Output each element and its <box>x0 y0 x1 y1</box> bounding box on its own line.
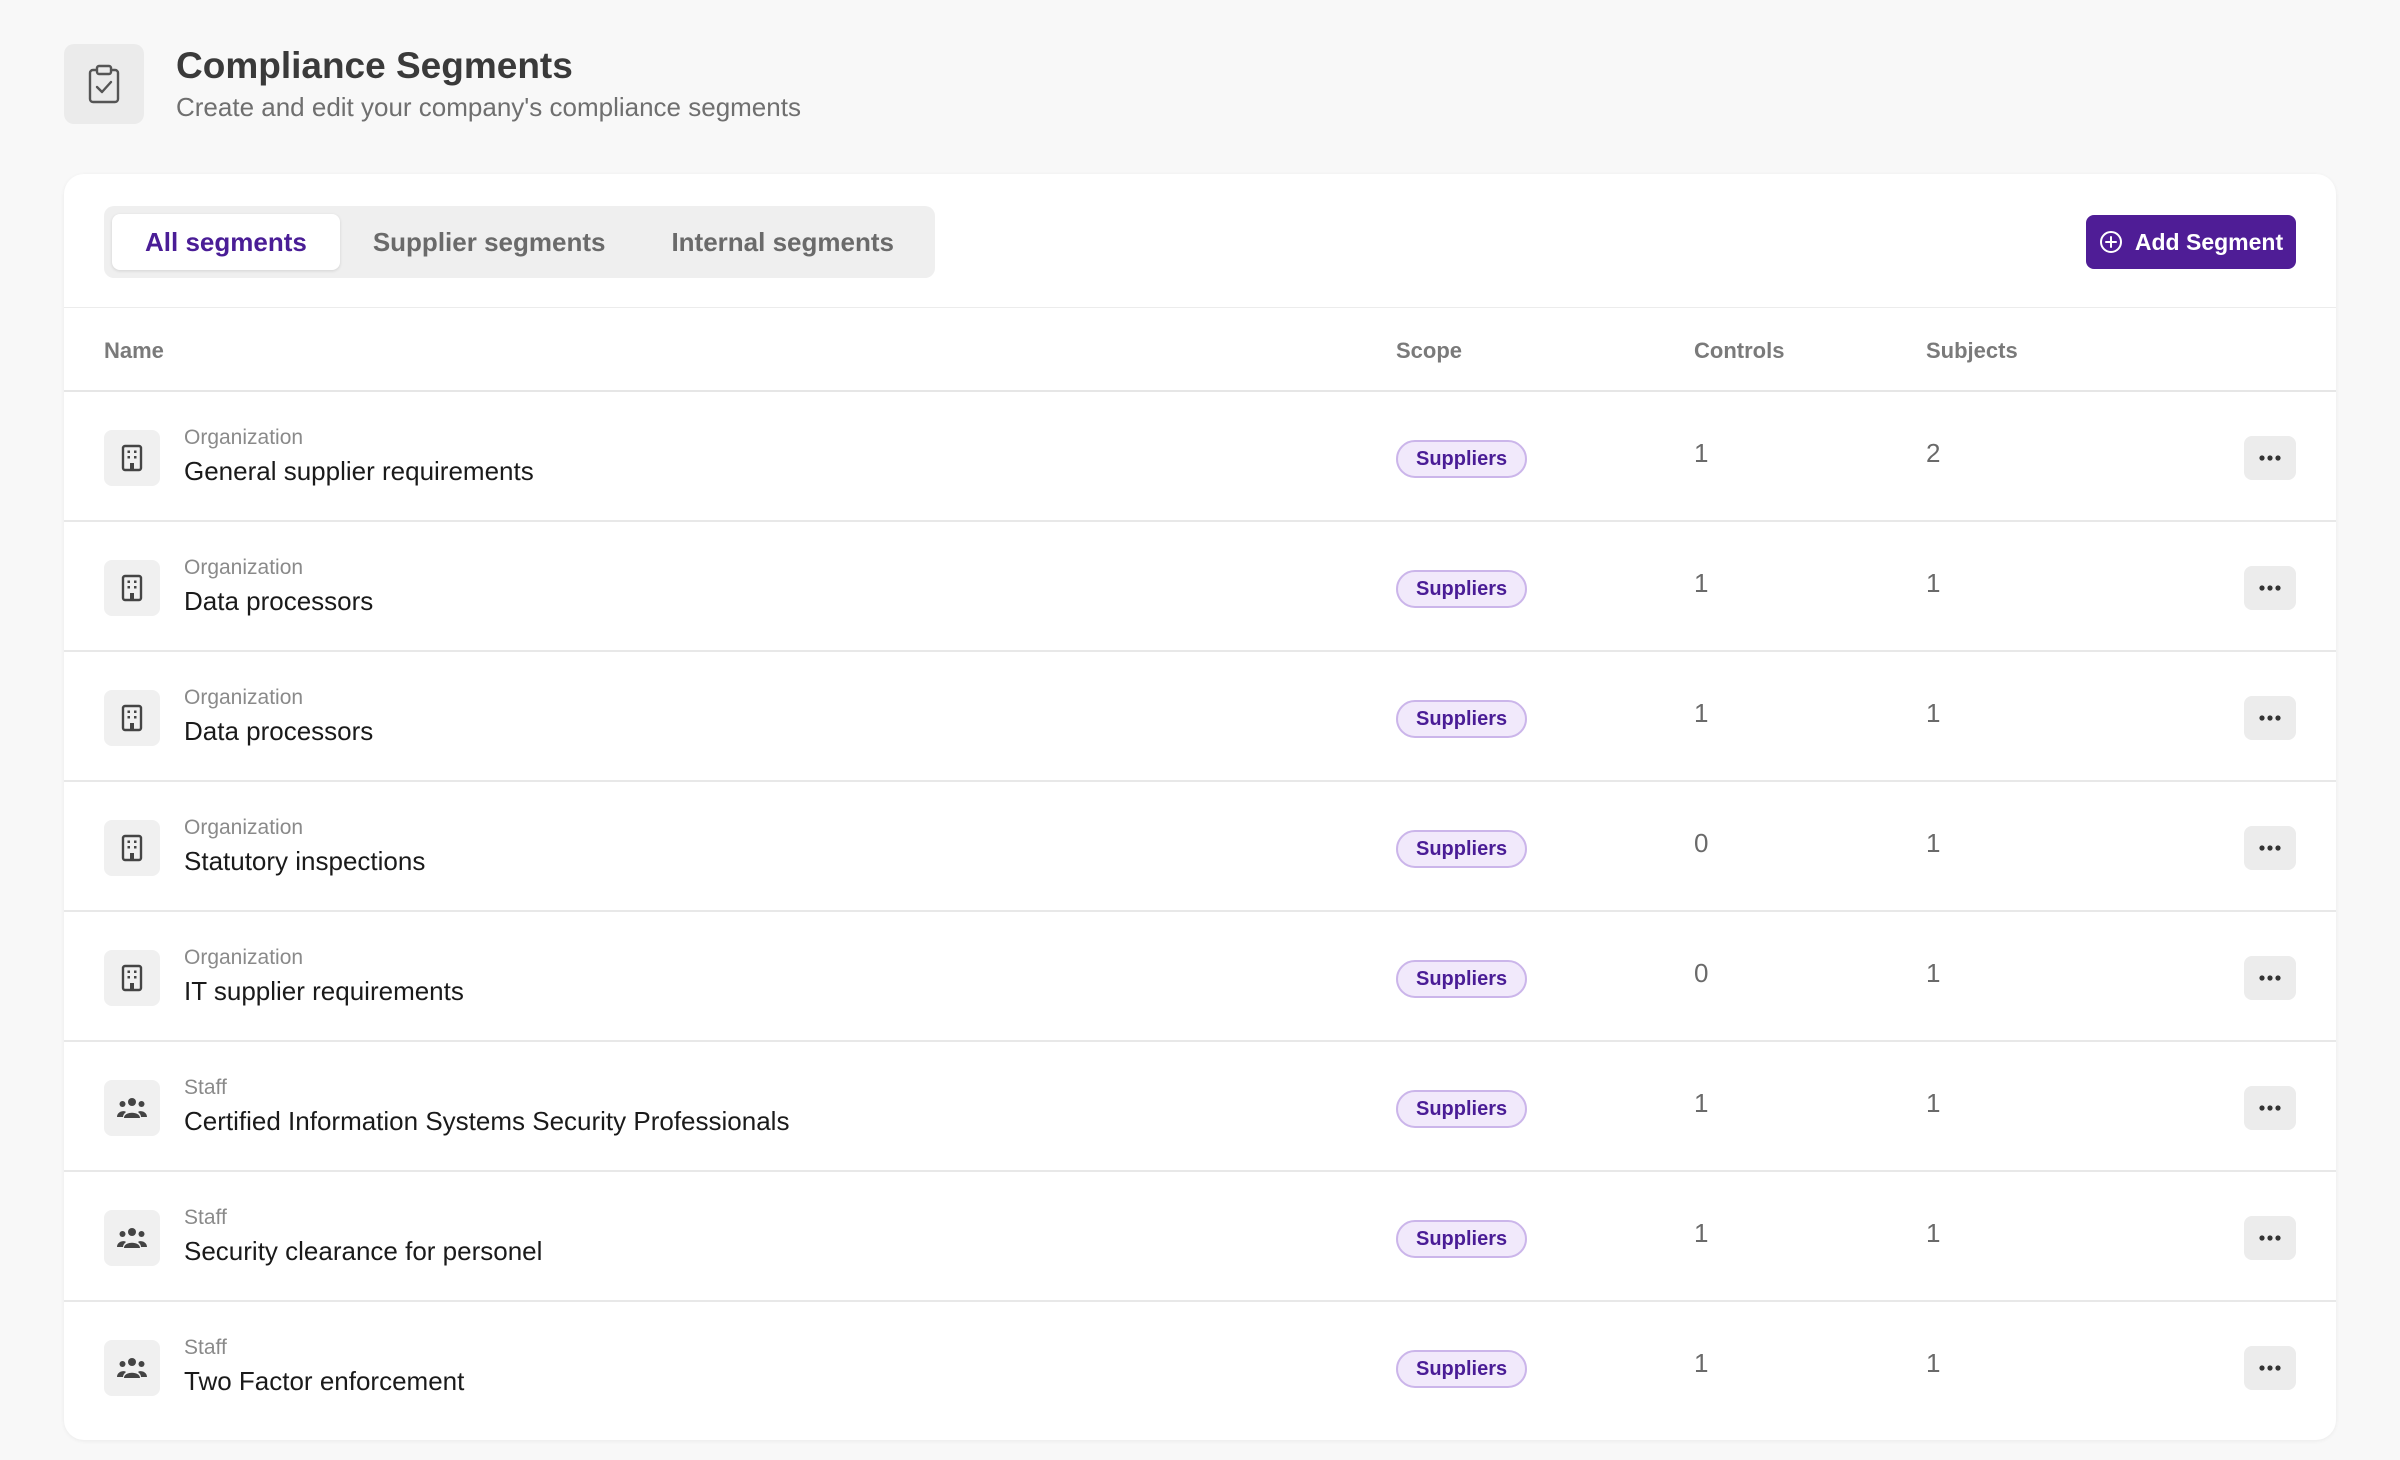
subjects-count: 1 <box>1926 1088 1941 1118</box>
building-icon <box>104 820 160 876</box>
scope-badge: Suppliers <box>1396 960 1528 998</box>
more-options-button[interactable] <box>2244 1346 2296 1390</box>
ellipsis-icon <box>2259 1105 2281 1111</box>
subjects-count: 1 <box>1926 698 1941 728</box>
more-options-button[interactable] <box>2244 436 2296 480</box>
table-header: Name Scope Controls Subjects <box>64 308 2336 392</box>
tab-supplier-segments[interactable]: Supplier segments <box>340 214 639 270</box>
ellipsis-icon <box>2259 1365 2281 1371</box>
subjects-count: 1 <box>1926 1348 1941 1378</box>
controls-count: 1 <box>1694 438 1709 468</box>
segment-kind: Organization <box>184 816 304 839</box>
segment-name[interactable]: Data processors <box>184 586 373 617</box>
segment-kind: Organization <box>184 946 304 969</box>
toolbar: All segments Supplier segments Internal … <box>64 174 2336 308</box>
controls-count: 0 <box>1694 958 1709 988</box>
segment-kind: Organization <box>184 426 304 449</box>
segment-kind: Organization <box>184 556 304 579</box>
table-row[interactable]: Organization IT supplier requirements Su… <box>64 912 2336 1042</box>
segment-name[interactable]: Security clearance for personel <box>184 1236 542 1267</box>
more-options-button[interactable] <box>2244 826 2296 870</box>
table-row[interactable]: Organization General supplier requiremen… <box>64 392 2336 522</box>
ellipsis-icon <box>2259 715 2281 721</box>
scope-badge: Suppliers <box>1396 440 1528 478</box>
controls-count: 1 <box>1694 568 1709 598</box>
controls-count: 1 <box>1694 1348 1709 1378</box>
page-header: Compliance Segments Create and edit your… <box>64 44 801 124</box>
column-scope: Scope <box>1396 338 1463 363</box>
segment-name[interactable]: Certified Information Systems Security P… <box>184 1106 789 1137</box>
controls-count: 1 <box>1694 1088 1709 1118</box>
column-controls: Controls <box>1694 338 1785 363</box>
clipboard-check-icon <box>64 44 144 124</box>
column-name: Name <box>104 338 164 363</box>
segment-name[interactable]: IT supplier requirements <box>184 976 464 1007</box>
table-row[interactable]: Organization Statutory inspections Suppl… <box>64 782 2336 912</box>
segment-kind: Staff <box>184 1206 227 1229</box>
more-options-button[interactable] <box>2244 956 2296 1000</box>
subjects-count: 2 <box>1926 438 1941 468</box>
building-icon <box>104 430 160 486</box>
more-options-button[interactable] <box>2244 1216 2296 1260</box>
scope-badge: Suppliers <box>1396 1090 1528 1128</box>
page-subtitle: Create and edit your company's complianc… <box>176 92 801 122</box>
users-icon <box>104 1080 160 1136</box>
controls-count: 1 <box>1694 1218 1709 1248</box>
table-row[interactable]: Staff Two Factor enforcement Suppliers 1… <box>64 1302 2336 1432</box>
scope-badge: Suppliers <box>1396 830 1528 868</box>
plus-circle-icon <box>2099 231 2122 253</box>
tab-all-segments[interactable]: All segments <box>112 214 340 270</box>
subjects-count: 1 <box>1926 1218 1941 1248</box>
scope-badge: Suppliers <box>1396 1350 1528 1388</box>
subjects-count: 1 <box>1926 958 1941 988</box>
more-options-button[interactable] <box>2244 696 2296 740</box>
subjects-count: 1 <box>1926 568 1941 598</box>
ellipsis-icon <box>2259 845 2281 851</box>
ellipsis-icon <box>2259 585 2281 591</box>
segment-name[interactable]: General supplier requirements <box>184 456 534 487</box>
page-title: Compliance Segments <box>176 45 573 86</box>
scope-badge: Suppliers <box>1396 1220 1528 1258</box>
users-icon <box>104 1340 160 1396</box>
add-segment-label: Add Segment <box>2134 228 2284 255</box>
building-icon <box>104 560 160 616</box>
scope-badge: Suppliers <box>1396 700 1528 738</box>
controls-count: 1 <box>1694 698 1709 728</box>
tab-internal-segments[interactable]: Internal segments <box>638 214 927 270</box>
column-subjects: Subjects <box>1926 338 2018 363</box>
segment-kind: Staff <box>184 1076 227 1099</box>
ellipsis-icon <box>2259 975 2281 981</box>
building-icon <box>104 950 160 1006</box>
segment-name[interactable]: Statutory inspections <box>184 846 425 877</box>
segment-kind: Staff <box>184 1336 227 1359</box>
table-row[interactable]: Organization Data processors Suppliers 1… <box>64 522 2336 652</box>
subjects-count: 1 <box>1926 828 1941 858</box>
controls-count: 0 <box>1694 828 1709 858</box>
table-row[interactable]: Staff Security clearance for personel Su… <box>64 1172 2336 1302</box>
segment-name[interactable]: Two Factor enforcement <box>184 1366 464 1397</box>
segment-kind: Organization <box>184 686 304 709</box>
segments-table-body: Organization General supplier requiremen… <box>64 392 2336 1432</box>
more-options-button[interactable] <box>2244 1086 2296 1130</box>
segment-name[interactable]: Data processors <box>184 716 373 747</box>
segment-tabs: All segments Supplier segments Internal … <box>104 206 935 278</box>
building-icon <box>104 690 160 746</box>
users-icon <box>104 1210 160 1266</box>
ellipsis-icon <box>2259 1235 2281 1241</box>
more-options-button[interactable] <box>2244 566 2296 610</box>
table-row[interactable]: Staff Certified Information Systems Secu… <box>64 1042 2336 1172</box>
scope-badge: Suppliers <box>1396 570 1528 608</box>
segments-card: All segments Supplier segments Internal … <box>64 174 2336 1440</box>
add-segment-button[interactable]: Add Segment <box>2086 215 2296 269</box>
ellipsis-icon <box>2259 455 2281 461</box>
table-row[interactable]: Organization Data processors Suppliers 1… <box>64 652 2336 782</box>
